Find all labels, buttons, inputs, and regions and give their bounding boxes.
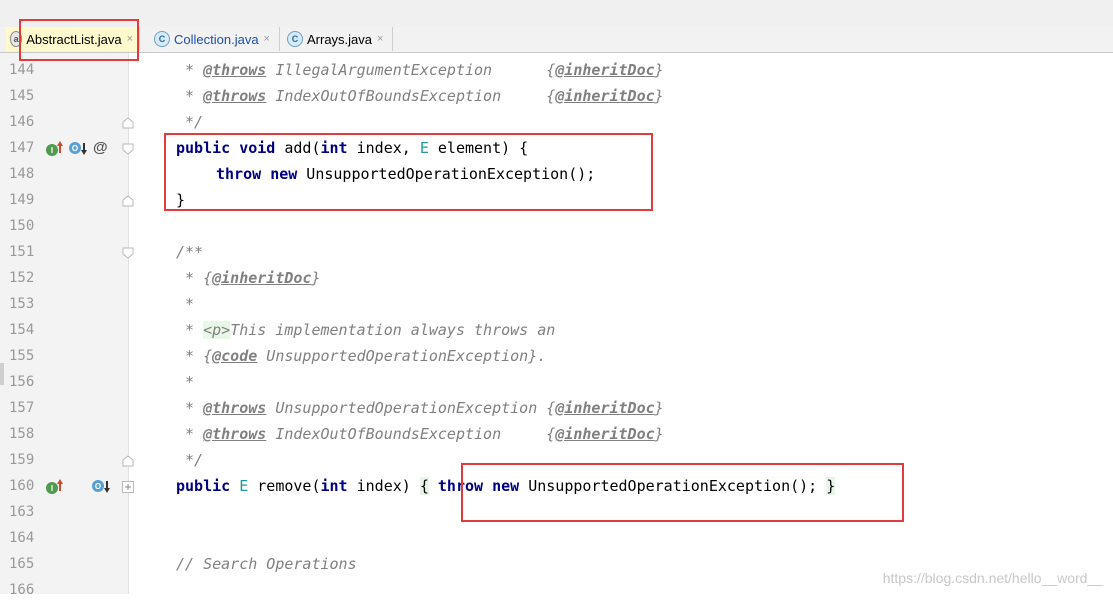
line-number: 163 — [9, 504, 35, 520]
class-icon: C — [287, 31, 303, 47]
tab-collection[interactable]: C Collection.java × — [150, 27, 280, 51]
close-icon[interactable]: × — [377, 33, 383, 45]
overrides-icon[interactable]: O — [92, 480, 104, 492]
line-number: 166 — [9, 582, 35, 598]
line-number: 153 — [9, 296, 35, 312]
code-text: /** — [176, 243, 204, 261]
code-text: * {@code UnsupportedOperationException}. — [176, 347, 547, 365]
interface-icon: C — [154, 31, 170, 47]
line-number: 155 — [9, 348, 35, 364]
line-number: 154 — [9, 322, 35, 338]
arrow-up-stem — [59, 145, 61, 153]
code-line-158: 158 * @throws IndexOutOfBoundsException … — [0, 422, 1113, 448]
highlight-box-remove-body — [461, 463, 904, 522]
code-line-144: 144 * @throws IllegalArgumentException {… — [0, 58, 1113, 84]
code-text: * — [176, 295, 195, 313]
code-text: * — [176, 373, 195, 391]
code-text: * @throws IndexOutOfBoundsException {@in… — [176, 87, 664, 105]
line-number: 159 — [9, 452, 35, 468]
line-number: 158 — [9, 426, 35, 442]
tab-label: Arrays.java — [307, 31, 373, 47]
line-number: 147 — [9, 140, 35, 156]
code-line-152: 152 * {@inheritDoc} — [0, 266, 1113, 292]
code-text: * @throws IndexOutOfBoundsException {@in… — [176, 425, 664, 443]
line-number: 165 — [9, 556, 35, 572]
fold-start-icon[interactable] — [122, 247, 134, 259]
arrow-up-stem — [59, 483, 61, 491]
code-line-145: 145 * @throws IndexOutOfBoundsException … — [0, 84, 1113, 110]
line-number: 151 — [9, 244, 35, 260]
code-line-156: 156 * — [0, 370, 1113, 396]
code-text: */ — [176, 451, 204, 469]
line-number: 146 — [9, 114, 35, 130]
highlight-box-add-method — [164, 133, 653, 211]
code-line-155: 155 * {@code UnsupportedOperationExcepti… — [0, 344, 1113, 370]
line-number: 156 — [9, 374, 35, 390]
fold-end-icon[interactable] — [122, 195, 134, 207]
overrides-icon[interactable]: O — [69, 142, 81, 154]
line-number: 157 — [9, 400, 35, 416]
line-number: 150 — [9, 218, 35, 234]
code-line-164: 164 — [0, 526, 1113, 552]
fold-end-icon[interactable] — [122, 455, 134, 467]
highlight-box-tab — [19, 19, 139, 61]
fold-start-icon[interactable] — [122, 143, 134, 155]
tab-label: Collection.java — [174, 31, 259, 47]
arrow-down-icon — [81, 150, 87, 155]
annotation-icon[interactable]: @ — [93, 139, 108, 156]
line-number: 152 — [9, 270, 35, 286]
code-text: * @throws IllegalArgumentException {@inh… — [176, 61, 664, 79]
code-text: */ — [176, 113, 204, 131]
window-top-strip — [0, 0, 1113, 28]
line-number: 160 — [9, 478, 35, 494]
arrow-down-icon — [104, 488, 110, 493]
fold-end-icon[interactable] — [122, 117, 134, 129]
line-number: 144 — [9, 62, 35, 78]
tab-arrays[interactable]: C Arrays.java × — [283, 27, 393, 51]
close-icon[interactable]: × — [264, 33, 270, 45]
code-text: * {@inheritDoc} — [176, 269, 321, 287]
code-line-157: 157 * @throws UnsupportedOperationExcept… — [0, 396, 1113, 422]
expand-icon[interactable] — [122, 481, 134, 493]
code-line-150: 150 — [0, 214, 1113, 240]
watermark: https://blog.csdn.net/hello__word__ — [882, 570, 1103, 586]
line-number: 145 — [9, 88, 35, 104]
line-number: 148 — [9, 166, 35, 182]
code-text: // Search Operations — [176, 555, 357, 573]
code-text: * @throws UnsupportedOperationException … — [176, 399, 664, 417]
code-line-154: 154 * <p>This implementation always thro… — [0, 318, 1113, 344]
code-line-151: 151 /** — [0, 240, 1113, 266]
line-number: 164 — [9, 530, 35, 546]
editor-tab-bar: a AbstractList.java × C Collection.java … — [0, 27, 1113, 53]
code-line-153: 153 * — [0, 292, 1113, 318]
line-number: 149 — [9, 192, 35, 208]
code-text: * <p>This implementation always throws a… — [176, 321, 556, 339]
